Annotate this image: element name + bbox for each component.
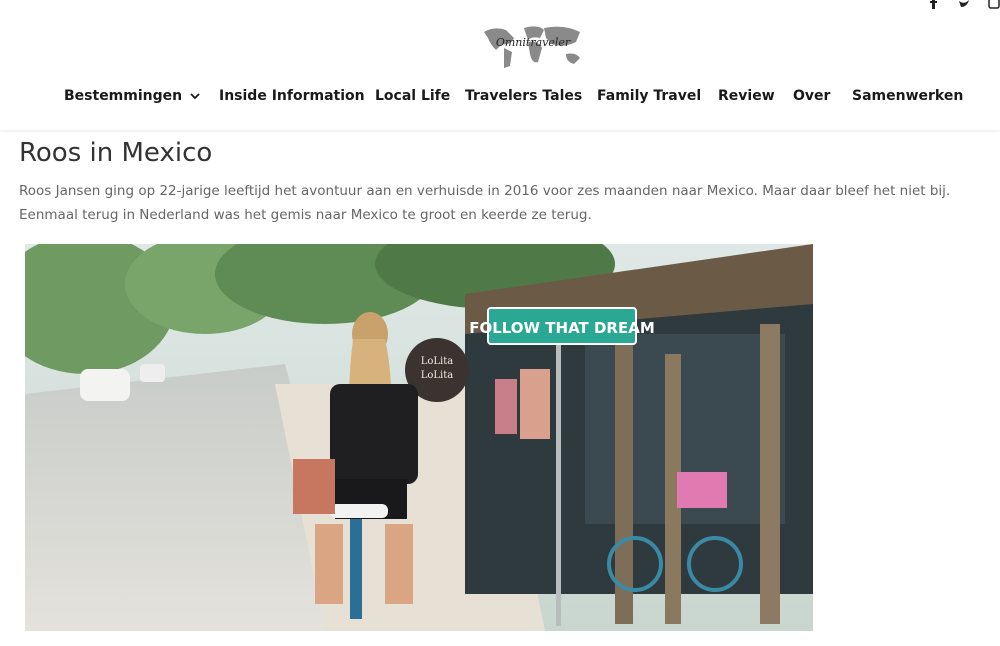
article-photo: LoLita LoLita FOLLOW THAT DREAM (25, 244, 813, 631)
street-scene-image: LoLita LoLita FOLLOW THAT DREAM (25, 244, 813, 631)
nav-item-review[interactable]: Review (718, 84, 775, 108)
article-intro: Roos Jansen ging op 22-jarige leeftijd h… (19, 183, 951, 223)
chevron-down-icon (190, 84, 200, 108)
logo-text: Omnitraveler (495, 36, 571, 49)
nav-item-travelers-tales[interactable]: Travelers Tales (465, 84, 582, 108)
page-title: Roos in Mexico (19, 138, 213, 168)
nav-item-label: Bestemmingen (64, 88, 183, 104)
shop-sign-line-1: LoLita (421, 356, 454, 367)
site-logo[interactable]: Omnitraveler (480, 24, 586, 72)
facebook-icon[interactable] (928, 0, 940, 9)
nav-item-over[interactable]: Over (793, 84, 830, 108)
street-sign-text: FOLLOW THAT DREAM (469, 319, 655, 337)
nav-item-local-life[interactable]: Local Life (375, 84, 450, 108)
twitter-icon[interactable] (958, 0, 970, 7)
shop-sign-line-2: LoLita (421, 370, 454, 381)
nav-item-bestemmingen[interactable]: Bestemmingen (64, 84, 200, 108)
nav-item-inside-information[interactable]: Inside Information (219, 84, 365, 108)
instagram-icon[interactable] (988, 0, 1000, 9)
site-header: Omnitraveler Bestemmingen Inside Informa… (0, 0, 1000, 130)
social-links (928, 0, 1000, 9)
nav-item-samenwerken[interactable]: Samenwerken (852, 84, 963, 108)
main-nav: Bestemmingen Inside Information Local Li… (0, 84, 1000, 108)
nav-item-family-travel[interactable]: Family Travel (597, 84, 701, 108)
